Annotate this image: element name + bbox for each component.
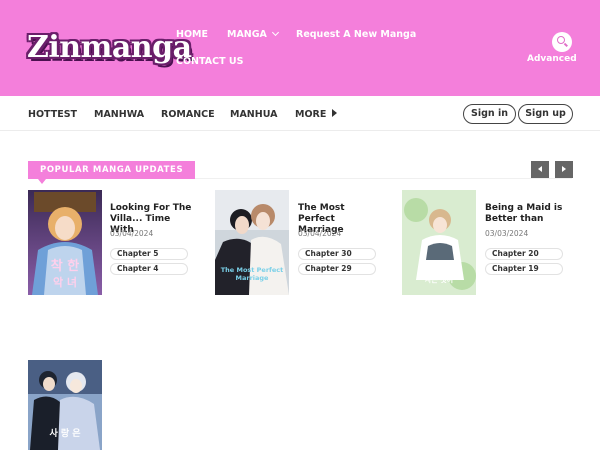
arrow-right-icon: [562, 166, 566, 172]
manga-date: 03/03/2024: [485, 229, 529, 238]
chapter-link[interactable]: Chapter 5: [110, 248, 188, 260]
svg-text:하녀로: 하녀로: [428, 262, 451, 272]
chevron-down-icon: [271, 28, 279, 37]
svg-text:사 랑 은: 사 랑 은: [49, 427, 80, 439]
chapter-link[interactable]: Chapter 20: [485, 248, 563, 260]
nav-home[interactable]: HOME: [176, 29, 208, 40]
manga-cover[interactable]: 하녀로 사는 것이: [402, 190, 476, 295]
site-header: Zinmanga HOME MANGA Request A New Manga …: [0, 0, 600, 96]
advanced-search-link[interactable]: Advanced: [527, 54, 577, 64]
svg-text:Marriage: Marriage: [236, 274, 270, 282]
manga-date: 03/04/2024: [298, 229, 342, 238]
subnav-hottest[interactable]: HOTTEST: [28, 109, 77, 120]
svg-text:사는 것이: 사는 것이: [425, 275, 453, 284]
carousel-next-button[interactable]: [555, 161, 573, 178]
chapter-link[interactable]: Chapter 19: [485, 263, 563, 275]
sign-up-button[interactable]: Sign up: [518, 104, 573, 124]
manga-date: 03/04/2024: [110, 229, 154, 238]
manga-cover[interactable]: 착 한 악 녀: [28, 190, 102, 295]
subnav-manhua[interactable]: MANHUA: [230, 109, 277, 120]
svg-text:악 녀: 악 녀: [53, 275, 77, 289]
chapter-link[interactable]: Chapter 4: [110, 263, 188, 275]
section-title: POPULAR MANGA UPDATES: [28, 161, 196, 184]
nav-manga[interactable]: MANGA: [227, 28, 279, 40]
svg-text:착 한: 착 한: [51, 258, 79, 274]
chapter-link[interactable]: Chapter 30: [298, 248, 376, 260]
manga-cover[interactable]: The Most Perfect Marriage: [215, 190, 289, 295]
manga-cover[interactable]: 사 랑 은: [28, 360, 102, 450]
subnav-romance[interactable]: ROMANCE: [161, 109, 215, 120]
site-logo[interactable]: Zinmanga: [27, 30, 192, 65]
svg-text:The Most Perfect: The Most Perfect: [221, 266, 283, 274]
nav-request-manga[interactable]: Request A New Manga: [296, 29, 416, 40]
sign-in-button[interactable]: Sign in: [463, 104, 516, 124]
chapter-link[interactable]: Chapter 29: [298, 263, 376, 275]
nav-contact-us[interactable]: CONTACT US: [176, 56, 243, 67]
subnav-more[interactable]: MORE: [295, 109, 338, 120]
subnav-more-label: MORE: [295, 109, 327, 120]
nav-manga-label: MANGA: [227, 29, 267, 40]
caret-right-icon: [332, 109, 338, 117]
arrow-left-icon: [538, 166, 542, 172]
carousel-prev-button[interactable]: [531, 161, 549, 178]
search-button[interactable]: [552, 32, 572, 52]
manga-title[interactable]: Being a Maid is Better than: [485, 203, 569, 225]
subnav-manhwa[interactable]: MANHWA: [94, 109, 144, 120]
